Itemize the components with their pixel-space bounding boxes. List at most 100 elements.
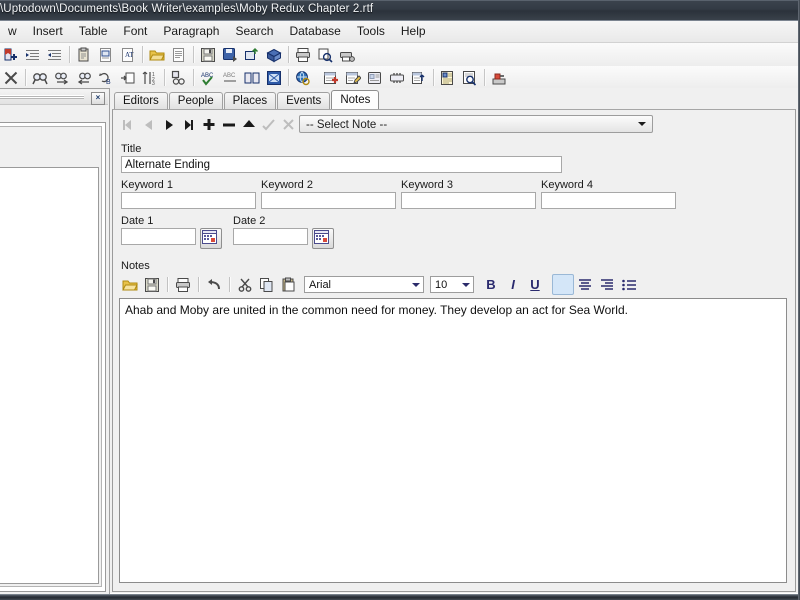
open-folder-icon[interactable] [146,44,168,65]
export-icon[interactable] [241,44,263,65]
tab-notes[interactable]: Notes [331,90,380,111]
menu-insert[interactable]: Insert [25,21,71,41]
indent-decrease-icon[interactable] [44,44,66,65]
dictionary-icon[interactable] [241,67,263,88]
tab-events[interactable]: Events [277,92,331,110]
replace-icon[interactable]: B [95,67,117,88]
font-family-dropdown[interactable]: Arial [304,276,424,293]
menu-paragraph[interactable]: Paragraph [155,21,227,41]
menu-font[interactable]: Font [115,21,155,41]
record-card-icon[interactable] [364,67,386,88]
underline-button[interactable]: U [524,274,546,295]
select-note-dropdown[interactable]: -- Select Note -- [299,115,653,133]
menu-database[interactable]: Database [281,21,348,41]
font-size-dropdown[interactable]: 10 [430,276,474,293]
menu-search[interactable]: Search [227,21,281,41]
record-edit-icon[interactable] [342,67,364,88]
toolbar-separator [164,69,165,86]
rich-print-icon[interactable] [172,274,194,295]
window-title: \Uptodown\Documents\Book Writer\examples… [0,3,374,15]
align-center-button[interactable] [574,274,596,295]
nav-next-record-button[interactable] [159,115,179,135]
nav-delete-record-button[interactable] [219,115,239,135]
rich-undo-icon[interactable] [203,274,225,295]
globe-search-icon[interactable] [292,67,314,88]
bold-button[interactable]: B [480,274,502,295]
date-1-calendar-icon[interactable] [200,228,222,249]
note-body-editor[interactable]: Ahab and Moby are united in the common n… [119,298,787,583]
database-tools-icon[interactable] [488,67,510,88]
find-next-icon[interactable] [51,67,73,88]
italic-button[interactable]: I [502,274,524,295]
rich-open-icon[interactable] [119,274,141,295]
bookmark-add-icon[interactable] [0,44,22,65]
window-title-bar[interactable]: \Uptodown\Documents\Book Writer\examples… [0,0,800,21]
save-icon[interactable] [197,44,219,65]
merge-icon[interactable] [386,67,408,88]
insert-text-icon[interactable]: AT [117,44,139,65]
spellcheck-icon[interactable]: ABC [197,67,219,88]
bullet-list-button[interactable] [618,274,640,295]
paste-special-icon[interactable] [73,44,95,65]
font-family-value: Arial [309,279,332,291]
font-size-value: 10 [435,279,448,291]
print-icon[interactable] [292,44,314,65]
new-document-icon[interactable] [168,44,190,65]
rich-save-icon[interactable] [141,274,163,295]
dock-list-view[interactable] [0,167,99,584]
toolbar-row-2: B 1 2 3 ABC ABC [0,66,800,90]
keyword-4-input[interactable] [541,192,676,209]
keyword-2-input[interactable] [261,192,396,209]
print-setup-icon[interactable] [336,44,358,65]
autocorrect-icon[interactable]: ABC [219,67,241,88]
find-icon[interactable] [29,67,51,88]
database-form-icon[interactable] [437,67,459,88]
title-input[interactable] [121,156,562,173]
chevron-down-icon[interactable] [412,283,420,287]
rich-paste-icon[interactable] [278,274,300,295]
line-numbers-icon[interactable]: 123 [139,67,161,88]
menu-table[interactable]: Table [71,21,116,41]
find-previous-icon[interactable] [73,67,95,88]
print-preview-icon[interactable] [314,44,336,65]
keyword-1-input[interactable] [121,192,256,209]
date-1-input[interactable] [121,228,196,245]
rich-cut-icon[interactable] [234,274,256,295]
insert-field-icon[interactable] [95,44,117,65]
tab-editors[interactable]: Editors [114,92,168,110]
record-add-icon[interactable] [320,67,342,88]
date-2-calendar-icon[interactable] [312,228,334,249]
main-client-area: Editors People Places Events Notes -- Select… [110,88,798,593]
tab-places[interactable]: Places [223,92,277,110]
toolbar-separator [142,46,143,63]
dock-caption-bar[interactable]: × [0,90,108,105]
menu-tools[interactable]: Tools [349,21,393,41]
keyword-4-label: Keyword 4 [541,179,593,191]
nav-add-record-button[interactable] [199,115,219,135]
align-left-button[interactable] [552,274,574,295]
chevron-down-icon[interactable] [462,283,470,287]
date-2-input[interactable] [233,228,308,245]
tab-people[interactable]: People [168,92,223,110]
save-as-icon[interactable] [219,44,241,65]
nav-previous-record-button [139,115,159,135]
record-export-icon[interactable] [408,67,430,88]
menu-help[interactable]: Help [393,21,434,41]
rich-copy-icon[interactable] [256,274,278,295]
nav-last-record-button[interactable] [179,115,199,135]
link-icon[interactable] [168,67,190,88]
thesaurus-icon[interactable] [263,67,285,88]
package-icon[interactable] [263,44,285,65]
nav-edit-record-button[interactable] [239,115,259,135]
chevron-down-icon[interactable] [634,117,650,131]
goto-icon[interactable] [117,67,139,88]
close-icon[interactable] [0,67,22,88]
keyword-3-input[interactable] [401,192,536,209]
dock-close-icon[interactable]: × [91,92,105,105]
toolbar-separator [193,46,194,63]
record-find-icon[interactable] [459,67,481,88]
align-right-button[interactable] [596,274,618,295]
menu-view[interactable]: w [0,21,25,41]
toolbar-separator [484,69,485,86]
indent-increase-icon[interactable] [22,44,44,65]
